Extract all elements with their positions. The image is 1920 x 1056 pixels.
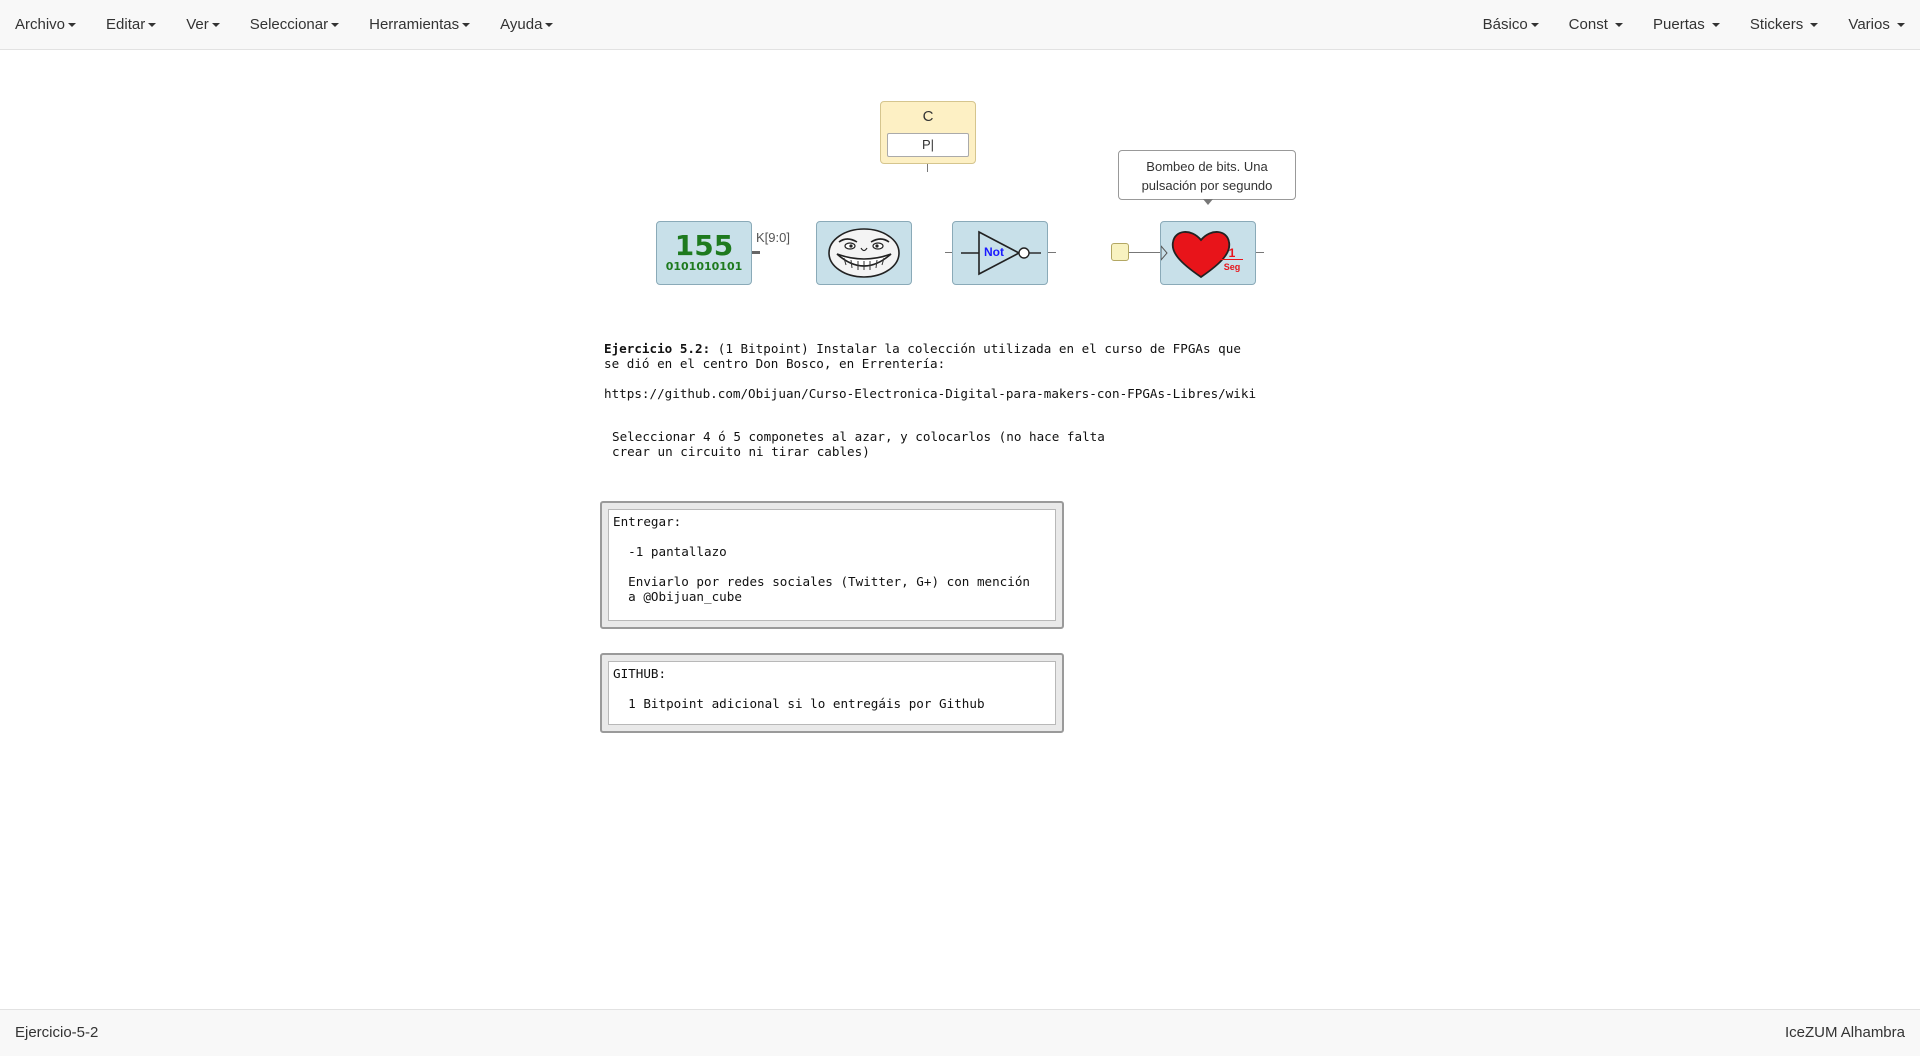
entregar-line3: Enviarlo por redes sociales (Twitter, G+…	[613, 574, 1031, 589]
caret-down-icon	[1711, 23, 1720, 28]
menu-stickers-label: Stickers	[1749, 16, 1804, 33]
troll-face-block[interactable]	[816, 221, 912, 285]
caret-down-icon	[68, 23, 77, 28]
entregar-line4: a @Obijuan_cube	[613, 589, 742, 604]
github-panel[interactable]: GITHUB: 1 Bitpoint adicional si lo entre…	[600, 653, 1064, 733]
menu-seleccionar-label: Seleccionar	[249, 16, 329, 33]
menu-stickers[interactable]: Stickers	[1735, 0, 1834, 50]
menu-ayuda[interactable]: Ayuda	[485, 0, 568, 50]
caret-down-icon	[211, 23, 220, 28]
board-name[interactable]: IceZUM Alhambra	[1785, 1010, 1905, 1056]
menu-archivo[interactable]: Archivo	[0, 0, 91, 50]
counter-binary: 0101010101	[665, 260, 743, 273]
menu-const-label: Const	[1568, 16, 1608, 33]
exercise-line2: se dió en el centro Don Bosco, en Errent…	[604, 356, 946, 371]
heart-input-wire	[1129, 252, 1160, 253]
menu-left: Archivo Editar Ver Seleccionar Herramien…	[0, 0, 568, 50]
select-line2: crear un circuito ni tirar cables)	[612, 444, 870, 459]
menu-varios[interactable]: Varios	[1833, 0, 1920, 50]
menu-herramientas[interactable]: Herramientas	[354, 0, 485, 50]
select-line1: Seleccionar 4 ó 5 componetes al azar, y …	[612, 429, 1105, 444]
menu-right: Básico Const Puertas Stickers Varios	[1468, 0, 1920, 50]
caret-down-icon	[1810, 23, 1819, 28]
heart-output-wire	[1256, 252, 1264, 253]
constant-label: C	[922, 108, 934, 125]
menu-basico[interactable]: Básico	[1468, 0, 1554, 50]
exercise-text: Ejercicio 5.2: (1 Bitpoint) Instalar la …	[604, 341, 1256, 401]
github-line2: 1 Bitpoint adicional si lo entregáis por…	[613, 696, 985, 711]
entregar-panel-content: Entregar: -1 pantallazo Enviarlo por red…	[608, 509, 1056, 621]
caret-down-icon	[1897, 23, 1905, 28]
not-gate-block[interactable]: Not	[952, 221, 1048, 285]
entregar-text: Entregar: -1 pantallazo Enviarlo por red…	[613, 514, 1030, 604]
caret-down-icon	[331, 23, 340, 28]
select-instructions: Seleccionar 4 ó 5 componetes al azar, y …	[612, 429, 1105, 459]
menu-puertas-label: Puertas	[1653, 16, 1705, 33]
caret-down-icon	[1615, 23, 1624, 28]
menu-ver-label: Ver	[186, 16, 209, 33]
tooltip-line2: pulsación por segundo	[1141, 178, 1273, 193]
troll-face-icon	[828, 228, 900, 278]
constant-value-input[interactable]: P|	[887, 133, 969, 157]
heart-rate-value: 1	[1221, 247, 1243, 260]
menu-seleccionar[interactable]: Seleccionar	[235, 0, 354, 50]
status-bar: Ejercicio-5-2 IceZUM Alhambra	[0, 1009, 1920, 1056]
not-output-wire	[1048, 252, 1056, 253]
menu-const[interactable]: Const	[1554, 0, 1638, 50]
not-label: Not	[984, 245, 1004, 259]
caret-down-icon	[1530, 23, 1539, 28]
counter-port-label: K[9:0]	[756, 230, 790, 245]
heart-tooltip: Bombeo de bits. Una pulsación por segund…	[1118, 150, 1296, 205]
exercise-line1: (1 Bitpoint) Instalar la colección utili…	[710, 341, 1241, 356]
menu-herramientas-label: Herramientas	[369, 16, 460, 33]
exercise-title: Ejercicio 5.2:	[604, 341, 711, 356]
heart-rate-unit: Seg	[1223, 262, 1241, 272]
project-name: Ejercicio-5-2	[15, 1024, 99, 1041]
exercise-url: https://github.com/Obijuan/Curso-Electro…	[604, 386, 1257, 401]
caret-down-icon	[148, 23, 157, 28]
heart-input-port[interactable]	[1111, 243, 1129, 261]
menu-basico-label: Básico	[1482, 16, 1528, 33]
counter-output-pin[interactable]	[752, 251, 760, 254]
menu-editar[interactable]: Editar	[91, 0, 171, 50]
counter-block[interactable]: 155 0101010101	[656, 221, 752, 285]
counter-value: 155	[674, 229, 734, 262]
menu-ver[interactable]: Ver	[171, 0, 235, 50]
github-panel-content: GITHUB: 1 Bitpoint adicional si lo entre…	[608, 661, 1056, 725]
caret-down-icon	[462, 23, 471, 28]
caret-down-icon	[545, 23, 554, 28]
entregar-panel[interactable]: Entregar: -1 pantallazo Enviarlo por red…	[600, 501, 1064, 629]
menu-archivo-label: Archivo	[15, 16, 66, 33]
heart-block[interactable]: 1 Seg	[1160, 221, 1256, 285]
github-text: GITHUB: 1 Bitpoint adicional si lo entre…	[613, 666, 985, 711]
menu-editar-label: Editar	[106, 16, 146, 33]
menu-ayuda-label: Ayuda	[500, 16, 543, 33]
menu-varios-label: Varios	[1848, 16, 1890, 33]
entregar-line1: Entregar:	[613, 514, 682, 529]
entregar-line2: -1 pantallazo	[613, 544, 727, 559]
constant-block[interactable]: C P|	[880, 101, 976, 164]
tooltip-line1: Bombeo de bits. Una	[1146, 159, 1268, 174]
constant-output-pin	[927, 164, 928, 172]
menu-puertas[interactable]: Puertas	[1638, 0, 1735, 50]
menubar: Archivo Editar Ver Seleccionar Herramien…	[0, 0, 1920, 50]
github-line1: GITHUB:	[613, 666, 667, 681]
